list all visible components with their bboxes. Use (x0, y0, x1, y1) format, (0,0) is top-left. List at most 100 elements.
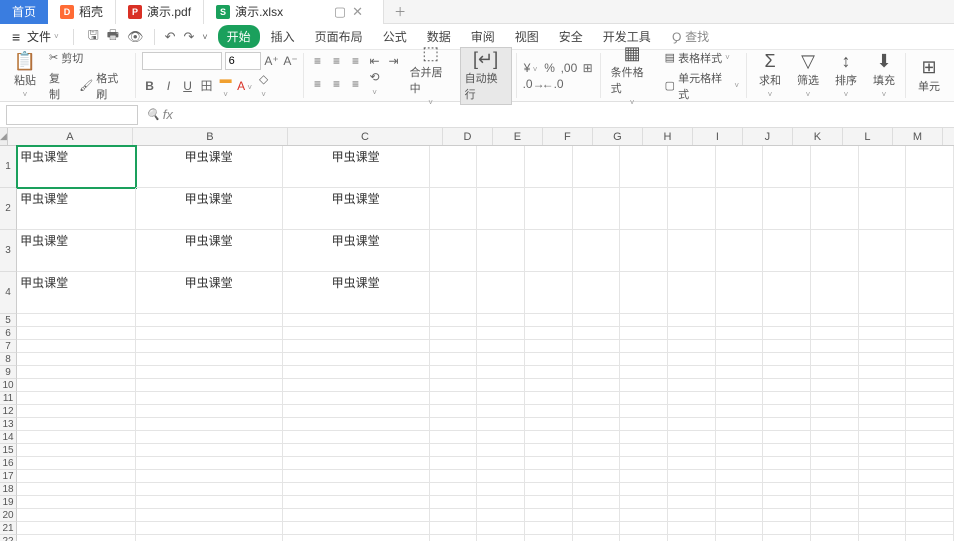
cell-N12[interactable] (906, 405, 954, 418)
cell-J11[interactable] (716, 392, 764, 405)
cell-M4[interactable] (859, 272, 907, 314)
cell-D10[interactable] (430, 379, 478, 392)
cell-H12[interactable] (620, 405, 668, 418)
row-header-20[interactable]: 20 (0, 509, 17, 522)
cell-M8[interactable] (859, 353, 907, 366)
cell-C5[interactable] (283, 314, 430, 327)
cell-N17[interactable] (906, 470, 954, 483)
cell-G13[interactable] (573, 418, 621, 431)
underline-button[interactable]: U (180, 79, 196, 93)
new-tab-button[interactable]: ＋ (384, 3, 416, 20)
cell-B13[interactable] (136, 418, 283, 431)
row-header-4[interactable]: 4 (0, 272, 17, 314)
cell-H5[interactable] (620, 314, 668, 327)
cell-N11[interactable] (906, 392, 954, 405)
cell-L6[interactable] (811, 327, 859, 340)
cell-M12[interactable] (859, 405, 907, 418)
cell-K18[interactable] (763, 483, 811, 496)
cell-E9[interactable] (477, 366, 525, 379)
cell-N7[interactable] (906, 340, 954, 353)
cell-I18[interactable] (668, 483, 716, 496)
cell-F17[interactable] (525, 470, 573, 483)
row-header-5[interactable]: 5 (0, 314, 17, 327)
cell-G3[interactable] (573, 230, 621, 272)
cell-G20[interactable] (573, 509, 621, 522)
cell-B6[interactable] (136, 327, 283, 340)
cell-B10[interactable] (136, 379, 283, 392)
font-size-select[interactable] (225, 52, 261, 70)
cell-F1[interactable] (525, 146, 573, 188)
cell-K12[interactable] (763, 405, 811, 418)
cell-K8[interactable] (763, 353, 811, 366)
cell-I2[interactable] (668, 188, 716, 230)
clear-format-button[interactable]: ◇ (256, 72, 272, 100)
cell-K4[interactable] (763, 272, 811, 314)
cell-E14[interactable] (477, 431, 525, 444)
col-header-K[interactable]: K (793, 128, 843, 145)
cell-M22[interactable] (859, 535, 907, 541)
cell-D8[interactable] (430, 353, 478, 366)
fill-button[interactable]: ⬇填充 (867, 50, 901, 101)
cell-G4[interactable] (573, 272, 621, 314)
cell-B2[interactable]: 甲虫课堂 (136, 188, 283, 230)
cell-E6[interactable] (477, 327, 525, 340)
cell-A10[interactable] (17, 379, 136, 392)
cell-I16[interactable] (668, 457, 716, 470)
cell-N18[interactable] (906, 483, 954, 496)
cell-J13[interactable] (716, 418, 764, 431)
cell-N5[interactable] (906, 314, 954, 327)
col-header-D[interactable]: D (443, 128, 493, 145)
cell-K11[interactable] (763, 392, 811, 405)
cell-N21[interactable] (906, 522, 954, 535)
cell-D6[interactable] (430, 327, 478, 340)
cell-J19[interactable] (716, 496, 764, 509)
cell-H19[interactable] (620, 496, 668, 509)
cell-K17[interactable] (763, 470, 811, 483)
cell-N4[interactable] (906, 272, 954, 314)
cell-E3[interactable] (477, 230, 525, 272)
print-icon[interactable]: 🖶 (105, 24, 121, 50)
cell-C17[interactable] (283, 470, 430, 483)
cell-C1[interactable]: 甲虫课堂 (283, 146, 430, 188)
cell-C20[interactable] (283, 509, 430, 522)
cell-G5[interactable] (573, 314, 621, 327)
cell-I11[interactable] (668, 392, 716, 405)
cell-B19[interactable] (136, 496, 283, 509)
cell-K19[interactable] (763, 496, 811, 509)
cell-N3[interactable] (906, 230, 954, 272)
cell-C6[interactable] (283, 327, 430, 340)
tab-menu-icon[interactable]: ▢ (334, 4, 346, 20)
currency-icon[interactable]: ¥ (523, 61, 539, 75)
cell-D20[interactable] (430, 509, 478, 522)
cell-F19[interactable] (525, 496, 573, 509)
cell-G18[interactable] (573, 483, 621, 496)
menu-view[interactable]: 视图 (506, 25, 548, 48)
cell-E8[interactable] (477, 353, 525, 366)
cell-H21[interactable] (620, 522, 668, 535)
orientation-icon[interactable]: ⟲ (367, 70, 383, 98)
cell-G2[interactable] (573, 188, 621, 230)
cell-H3[interactable] (620, 230, 668, 272)
search-box[interactable]: 查找 (672, 28, 709, 45)
cell-N22[interactable] (906, 535, 954, 541)
cell-E22[interactable] (477, 535, 525, 541)
cell-G15[interactable] (573, 444, 621, 457)
redo-icon[interactable]: ↷ (181, 27, 196, 47)
cell-C16[interactable] (283, 457, 430, 470)
cell-G10[interactable] (573, 379, 621, 392)
cell-D19[interactable] (430, 496, 478, 509)
cell-E2[interactable] (477, 188, 525, 230)
cell-K6[interactable] (763, 327, 811, 340)
cell-B14[interactable] (136, 431, 283, 444)
cell-G11[interactable] (573, 392, 621, 405)
cell-L20[interactable] (811, 509, 859, 522)
cell-B12[interactable] (136, 405, 283, 418)
cell-J1[interactable] (716, 146, 764, 188)
row-header-13[interactable]: 13 (0, 418, 17, 431)
cell-J18[interactable] (716, 483, 764, 496)
cell-M7[interactable] (859, 340, 907, 353)
sum-button[interactable]: Σ求和 (753, 50, 787, 101)
cell-M16[interactable] (859, 457, 907, 470)
cell-L9[interactable] (811, 366, 859, 379)
cell-J7[interactable] (716, 340, 764, 353)
